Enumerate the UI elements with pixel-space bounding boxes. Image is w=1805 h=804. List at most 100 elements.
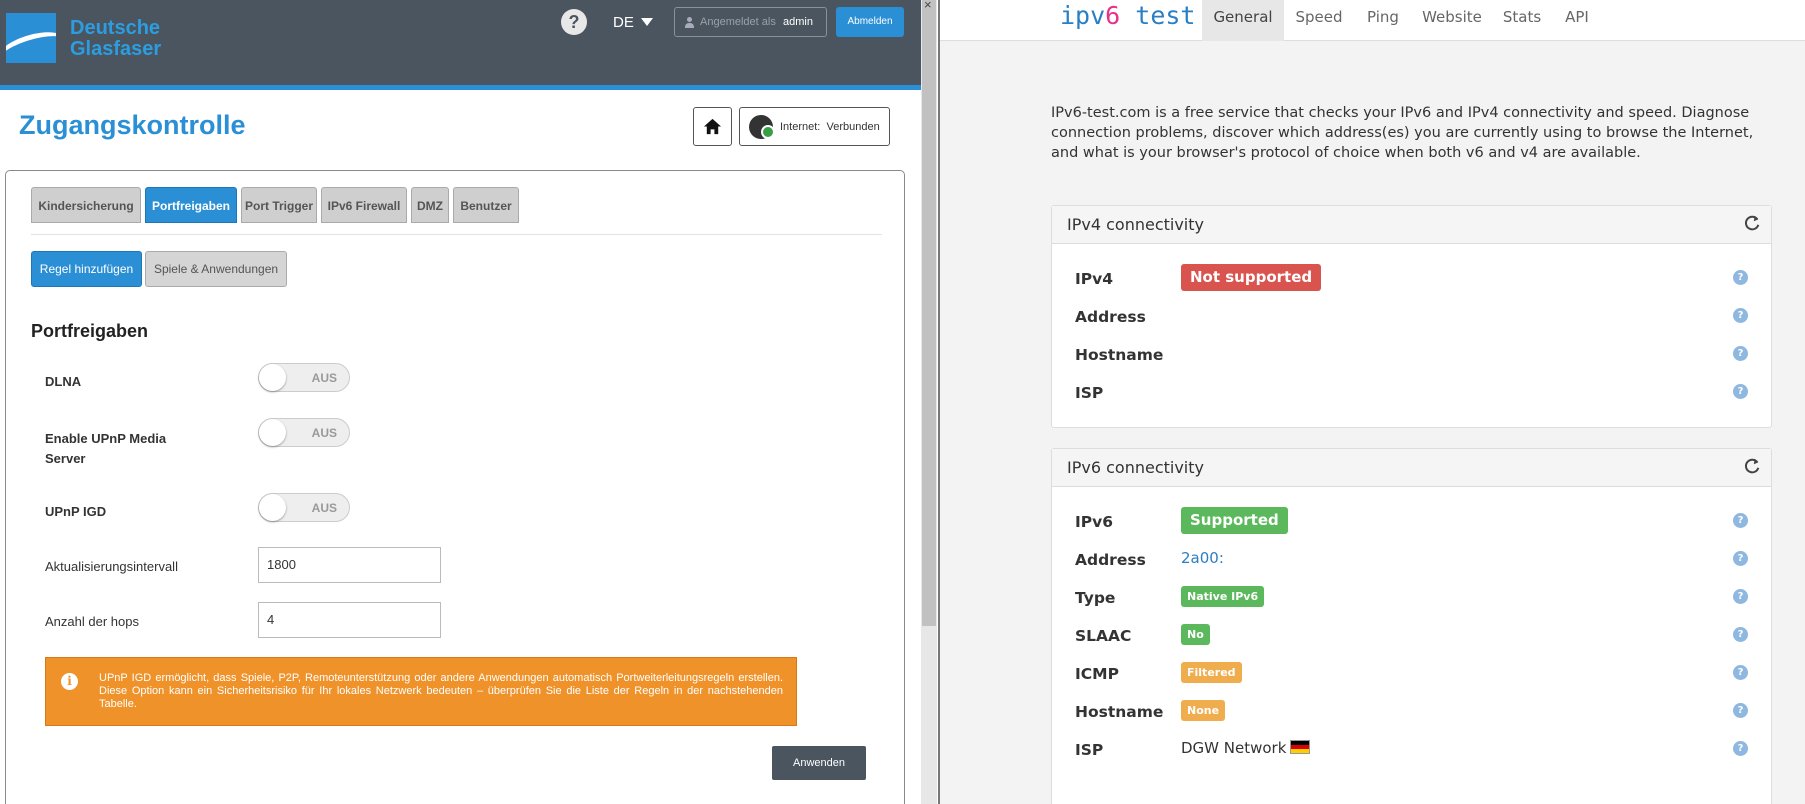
- page-title: Zugangskontrolle: [19, 110, 246, 140]
- upnp-igd-label: UPnP IGD: [45, 504, 107, 519]
- nav-api[interactable]: API: [1552, 0, 1602, 41]
- add-rule-button[interactable]: Regel hinzufügen: [31, 251, 142, 287]
- ipv6-row-address: Address 2a00: ?: [1052, 545, 1771, 575]
- ipv6-panel-title: IPv6 connectivity: [1067, 458, 1204, 477]
- header-accent-line: [0, 85, 921, 90]
- update-interval-label: Aktualisierungsintervall: [45, 559, 178, 574]
- upnp-igd-toggle-state: AUS: [311, 501, 337, 515]
- internet-status-label: Internet:: [780, 121, 821, 133]
- ipv4-row-key: IPv4: [1075, 270, 1114, 288]
- ipv4-row-hostname: Hostname ?: [1052, 340, 1771, 370]
- ipv4-isp-key: ISP: [1075, 384, 1104, 402]
- ipv6-row-slaac: SLAAC No ?: [1052, 621, 1771, 651]
- info-notice: i UPnP IGD ermöglicht, dass Spiele, P2P,…: [45, 657, 797, 726]
- tab-kindersicherung[interactable]: Kindersicherung: [31, 187, 141, 223]
- ipv4-panel-title: IPv4 connectivity: [1067, 215, 1204, 234]
- help-icon[interactable]: ?: [1733, 665, 1748, 680]
- internet-status-button[interactable]: Internet: Verbunden: [739, 107, 890, 146]
- site-logo-prefix: ipv: [1060, 1, 1106, 30]
- scrollbar-thumb[interactable]: [922, 0, 936, 626]
- help-icon[interactable]: ?: [1733, 589, 1748, 604]
- help-icon[interactable]: ?: [1733, 270, 1748, 285]
- upnp-media-toggle[interactable]: AUS: [258, 418, 350, 447]
- ipv6-row-key: IPv6: [1075, 513, 1114, 531]
- internet-status-value: Verbunden: [826, 121, 880, 133]
- chevron-down-icon[interactable]: [641, 18, 653, 26]
- section-title: Portfreigaben: [31, 321, 149, 341]
- site-logo[interactable]: ipv6 test: [1060, 1, 1195, 30]
- help-icon[interactable]: ?: [1733, 551, 1748, 566]
- info-icon: i: [61, 673, 78, 690]
- ipv6-row-hostname: Hostname None ?: [1052, 697, 1771, 727]
- site-logo-suffix: test: [1120, 1, 1196, 30]
- toggle-knob: [259, 419, 286, 446]
- home-button[interactable]: [693, 107, 732, 146]
- ipv6-panel-header: IPv6 connectivity: [1052, 449, 1771, 487]
- ipv6-type-key: Type: [1075, 589, 1116, 607]
- ipv4-address-key: Address: [1075, 308, 1146, 326]
- tab-divider: [31, 234, 882, 235]
- upnp-media-label: Enable UPnP Media Server: [45, 429, 166, 469]
- brand-name: Deutsche Glasfaser: [70, 18, 161, 60]
- refresh-icon[interactable]: [1743, 214, 1761, 232]
- help-icon[interactable]: ?: [1733, 346, 1748, 361]
- dlna-toggle[interactable]: AUS: [258, 363, 350, 392]
- logged-in-label: Angemeldet als: [700, 16, 776, 28]
- router-header: Deutsche Glasfaser ? DE Angemeldet als a…: [0, 0, 921, 85]
- site-navbar: ipv6 test General Speed Ping Website Sta…: [940, 0, 1805, 41]
- ipv6-icmp-key: ICMP: [1075, 665, 1119, 683]
- help-icon[interactable]: ?: [1733, 703, 1748, 718]
- icmp-badge: Filtered: [1181, 662, 1242, 683]
- left-pane-scrollbar[interactable]: [921, 0, 937, 804]
- ipv6-address-link[interactable]: 2a00:: [1181, 549, 1224, 567]
- ipv4-hostname-key: Hostname: [1075, 346, 1164, 364]
- user-icon: [685, 17, 694, 28]
- refresh-icon[interactable]: [1743, 457, 1761, 475]
- help-icon[interactable]: ?: [1733, 308, 1748, 323]
- access-control-card: Kindersicherung Portfreigaben Port Trigg…: [5, 170, 905, 804]
- info-notice-text: UPnP IGD ermöglicht, dass Spiele, P2P, R…: [99, 672, 783, 710]
- hops-input[interactable]: 4: [258, 602, 441, 638]
- isp-name: DGW Network: [1181, 739, 1287, 757]
- update-interval-input[interactable]: 1800: [258, 547, 441, 583]
- apply-button[interactable]: Anwenden: [772, 746, 866, 780]
- router-admin-pane: Deutsche Glasfaser ? DE Angemeldet als a…: [0, 0, 921, 804]
- ipv6-address-key: Address: [1075, 551, 1146, 569]
- ipv4-row-status: IPv4 Not supported ?: [1052, 264, 1771, 294]
- brand-name-line2: Glasfaser: [70, 38, 162, 60]
- toggle-knob: [259, 364, 286, 391]
- language-selector[interactable]: DE: [613, 14, 634, 31]
- intro-text: IPv6-test.com is a free service that che…: [1051, 105, 1754, 161]
- hops-label: Anzahl der hops: [45, 614, 139, 629]
- tab-benutzer[interactable]: Benutzer: [453, 187, 519, 223]
- site-logo-six: 6: [1105, 1, 1121, 30]
- tab-port-trigger[interactable]: Port Trigger: [241, 187, 317, 223]
- logout-button[interactable]: Abmelden: [836, 7, 904, 37]
- nav-general[interactable]: General: [1202, 0, 1284, 41]
- ipv6-isp-key: ISP: [1075, 741, 1104, 759]
- username: admin: [783, 16, 813, 28]
- nav-stats[interactable]: Stats: [1492, 0, 1552, 41]
- games-applications-button[interactable]: Spiele & Anwendungen: [145, 251, 287, 287]
- close-icon[interactable]: ×: [924, 0, 932, 11]
- help-icon[interactable]: ?: [1733, 513, 1748, 528]
- help-icon[interactable]: ?: [1733, 384, 1748, 399]
- tab-ipv6-firewall[interactable]: IPv6 Firewall: [321, 187, 407, 223]
- help-icon[interactable]: ?: [1733, 741, 1748, 756]
- check-icon: [761, 125, 775, 139]
- brand-logo-icon[interactable]: [6, 13, 56, 63]
- help-icon[interactable]: ?: [561, 9, 587, 35]
- ipv4-panel: IPv4 connectivity IPv4 Not supported ? A…: [1051, 205, 1772, 428]
- tab-dmz[interactable]: DMZ: [411, 187, 449, 223]
- type-badge: Native IPv6: [1181, 586, 1265, 607]
- upnp-media-toggle-state: AUS: [311, 426, 337, 440]
- nav-website[interactable]: Website: [1412, 0, 1492, 41]
- ipv6-row-icmp: ICMP Filtered ?: [1052, 659, 1771, 689]
- dlna-toggle-state: AUS: [311, 371, 337, 385]
- nav-ping[interactable]: Ping: [1354, 0, 1412, 41]
- help-icon[interactable]: ?: [1733, 627, 1748, 642]
- nav-speed[interactable]: Speed: [1284, 0, 1354, 41]
- tab-portfreigaben[interactable]: Portfreigaben: [145, 187, 237, 223]
- upnp-igd-toggle[interactable]: AUS: [258, 493, 350, 522]
- dlna-label: DLNA: [45, 374, 82, 389]
